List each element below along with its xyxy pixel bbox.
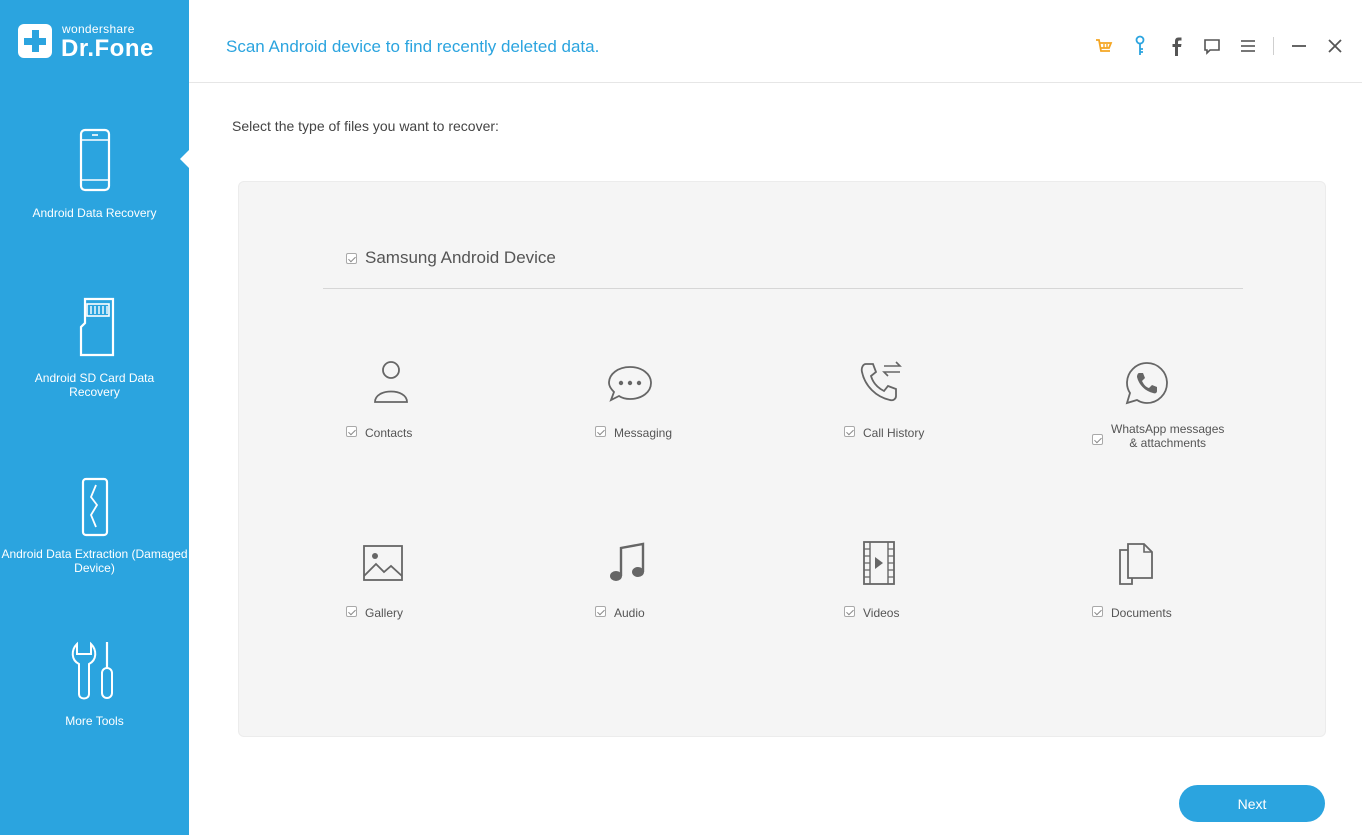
videos-icon [863, 541, 895, 585]
minimize-icon[interactable] [1286, 34, 1312, 58]
active-nav-pointer [180, 150, 189, 168]
brand-name: Dr.Fone [61, 35, 154, 62]
device-label: Samsung Android Device [365, 248, 556, 267]
device-checkbox-row[interactable]: Samsung Android Device [346, 248, 556, 268]
file-type-contacts[interactable]: Contacts [346, 358, 566, 468]
sidebar-item-data-extraction[interactable]: Android Data Extraction (Damaged Device) [0, 477, 189, 575]
audio-icon [610, 542, 645, 581]
messaging-label: Messaging [614, 426, 673, 440]
documents-checkbox-row[interactable]: Documents [1092, 606, 1172, 620]
messaging-checkbox[interactable] [595, 426, 606, 437]
next-button[interactable]: Next [1179, 785, 1325, 822]
sidebar-item-label: More Tools [65, 714, 124, 728]
file-type-audio[interactable]: Audio [595, 538, 815, 648]
file-type-videos[interactable]: Videos [844, 538, 1064, 648]
divider [323, 288, 1243, 289]
sidebar-item-android-data-recovery[interactable]: Android Data Recovery [0, 128, 189, 220]
sidebar: wondershare Dr.Fone Android Data Recover… [0, 0, 189, 835]
tools-icon [71, 641, 113, 700]
messaging-icon [608, 366, 652, 402]
header-toolbar [1081, 34, 1348, 58]
file-type-call-history[interactable]: Call History [844, 358, 1064, 468]
documents-label: Documents [1111, 606, 1172, 620]
whatsapp-icon [1125, 362, 1168, 405]
file-type-whatsapp[interactable]: WhatsApp messages & attachments [1092, 358, 1312, 468]
sidebar-item-label: Android Data Extraction (Damaged Device) [1, 547, 188, 575]
contacts-checkbox[interactable] [346, 426, 357, 437]
toolbar-separator [1273, 37, 1274, 55]
documents-checkbox[interactable] [1092, 606, 1103, 617]
page-title: Scan Android device to find recently del… [226, 37, 600, 56]
call-history-checkbox[interactable] [844, 426, 855, 437]
gallery-icon [363, 545, 403, 581]
videos-checkbox[interactable] [844, 606, 855, 617]
brand-small: wondershare [62, 22, 135, 36]
file-type-messaging[interactable]: Messaging [595, 358, 815, 468]
feedback-icon[interactable] [1199, 34, 1225, 58]
menu-icon[interactable] [1235, 34, 1261, 58]
contacts-checkbox-row[interactable]: Contacts [346, 426, 412, 440]
phone-icon [79, 128, 110, 192]
broken-phone-icon [81, 477, 108, 537]
plus-logo-icon [18, 24, 52, 58]
cart-icon[interactable] [1091, 34, 1117, 58]
audio-checkbox-row[interactable]: Audio [595, 606, 645, 620]
gallery-checkbox[interactable] [346, 606, 357, 617]
header: Scan Android device to find recently del… [189, 0, 1362, 83]
contacts-icon [374, 361, 408, 403]
file-type-gallery[interactable]: Gallery [346, 538, 566, 648]
call-history-checkbox-row[interactable]: Call History [844, 426, 924, 440]
sidebar-item-more-tools[interactable]: More Tools [0, 638, 189, 728]
audio-label: Audio [614, 606, 645, 620]
documents-icon [1119, 543, 1153, 585]
gallery-checkbox-row[interactable]: Gallery [346, 606, 403, 620]
drfone-logo: wondershare Dr.Fone [18, 22, 183, 62]
sidebar-item-label: Android SD Card Data Recovery [34, 371, 155, 399]
videos-label: Videos [863, 606, 900, 620]
facebook-icon[interactable] [1163, 34, 1189, 58]
messaging-checkbox-row[interactable]: Messaging [595, 426, 672, 440]
sidebar-item-label: Android Data Recovery [32, 206, 157, 220]
close-icon[interactable] [1322, 34, 1348, 58]
whatsapp-checkbox-row[interactable]: WhatsApp messages & attachments [1092, 422, 1224, 450]
instruction-text: Select the type of files you want to rec… [232, 118, 499, 134]
whatsapp-label: WhatsApp messages & attachments [1111, 422, 1225, 450]
audio-checkbox[interactable] [595, 606, 606, 617]
file-type-panel: Samsung Android Device Contacts Messagin… [238, 181, 1326, 737]
device-checkbox[interactable] [346, 252, 357, 264]
videos-checkbox-row[interactable]: Videos [844, 606, 899, 620]
sd-card-icon [79, 297, 114, 357]
sidebar-item-sd-card-recovery[interactable]: Android SD Card Data Recovery [0, 297, 189, 399]
file-type-documents[interactable]: Documents [1092, 538, 1312, 648]
gallery-label: Gallery [365, 606, 404, 620]
call-history-icon [860, 361, 902, 402]
whatsapp-checkbox[interactable] [1092, 434, 1103, 445]
key-icon[interactable] [1127, 34, 1153, 58]
call-history-label: Call History [863, 426, 925, 440]
contacts-label: Contacts [365, 426, 413, 440]
